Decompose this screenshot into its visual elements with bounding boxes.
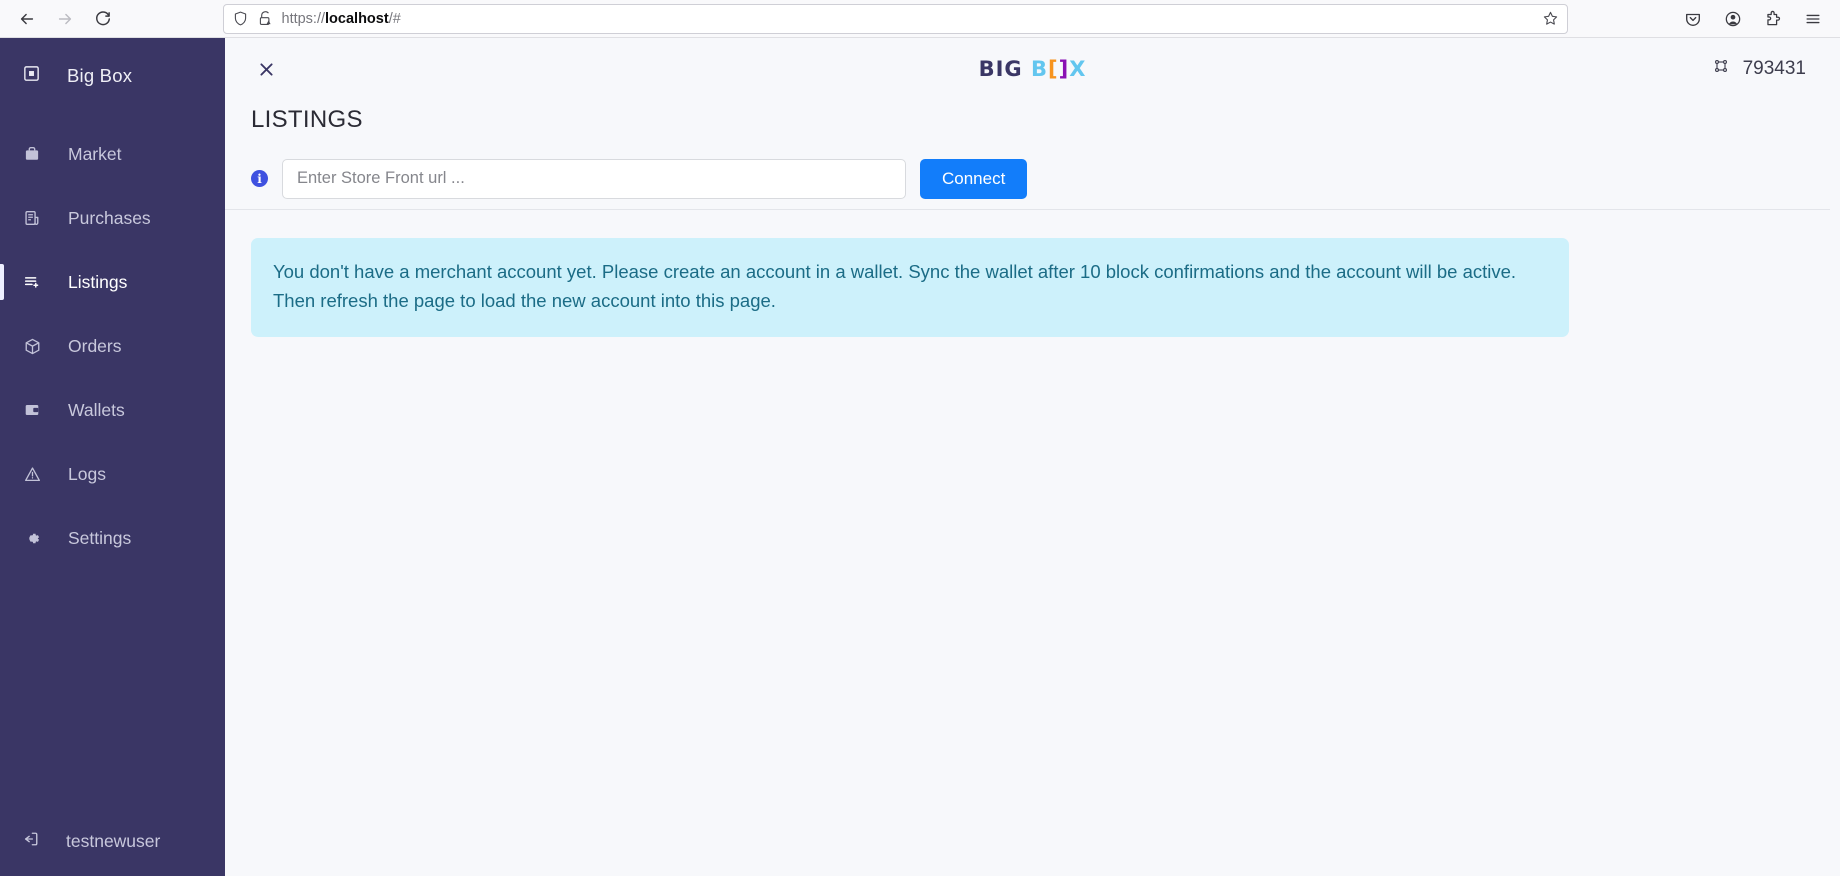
browser-forward-button[interactable] <box>48 4 82 34</box>
sidebar-item-label: Wallets <box>68 399 125 420</box>
package-icon <box>22 337 42 356</box>
list-add-icon <box>22 273 42 291</box>
sidebar-item-label: Orders <box>68 335 122 356</box>
sidebar-item-logs[interactable]: Logs <box>0 442 225 506</box>
sidebar-item-orders[interactable]: Orders <box>0 314 225 378</box>
app-root: Big Box Market Purchases Listings Orders… <box>0 38 1840 876</box>
listings-content-area <box>225 337 1840 876</box>
warning-triangle-icon <box>22 465 42 484</box>
receipt-icon <box>22 209 42 227</box>
info-icon[interactable]: i <box>251 170 268 187</box>
page-title: LISTINGS <box>251 106 363 133</box>
logout-icon <box>22 830 40 853</box>
wallet-icon <box>22 401 42 419</box>
gear-icon <box>22 529 42 548</box>
logo-big-text: BIG <box>978 56 1023 81</box>
sidebar-item-settings[interactable]: Settings <box>0 506 225 570</box>
url-scheme: https:// <box>281 10 326 27</box>
app-topbar: BIG B[]X 793431 <box>225 38 1840 100</box>
close-x-icon[interactable] <box>251 54 281 84</box>
store-front-url-input[interactable] <box>282 158 906 199</box>
block-cube-icon <box>1713 58 1729 80</box>
url-text[interactable]: https://localhost/# <box>282 11 1534 27</box>
sidebar-user-label: testnewuser <box>66 830 161 851</box>
hamburger-menu-icon[interactable] <box>1796 4 1830 34</box>
star-icon[interactable] <box>1542 10 1559 27</box>
main-content: BIG B[]X 793431 LISTINGS i Connect You d… <box>225 38 1840 876</box>
bigbox-logo: BIG B[]X <box>973 56 1093 81</box>
connect-button[interactable]: Connect <box>920 158 1028 199</box>
url-path: /# <box>388 10 401 27</box>
block-height-value: 793431 <box>1742 58 1806 79</box>
connect-row: i Connect <box>225 148 1830 210</box>
sidebar-item-label: Settings <box>68 527 132 548</box>
lock-warning-icon[interactable] <box>257 10 274 27</box>
address-bar[interactable]: https://localhost/# <box>222 3 1568 34</box>
browser-toolbar: https://localhost/# <box>0 0 1840 38</box>
sidebar: Big Box Market Purchases Listings Orders… <box>0 38 225 876</box>
sidebar-item-label: Logs <box>68 463 106 484</box>
pocket-icon[interactable] <box>1676 4 1710 34</box>
url-bar-container: https://localhost/# <box>124 3 1666 34</box>
sidebar-item-market[interactable]: Market <box>0 122 225 186</box>
block-height-indicator: 793431 <box>1713 58 1806 80</box>
sidebar-item-purchases[interactable]: Purchases <box>0 186 225 250</box>
app-square-icon <box>22 64 41 88</box>
briefcase-icon <box>22 145 42 163</box>
browser-back-button[interactable] <box>10 4 44 34</box>
sidebar-item-listings[interactable]: Listings <box>0 250 225 314</box>
sidebar-item-wallets[interactable]: Wallets <box>0 378 225 442</box>
logo-left-bracket: [ <box>1047 56 1059 81</box>
browser-reload-button[interactable] <box>86 4 120 34</box>
merchant-account-alert: You don't have a merchant account yet. P… <box>251 238 1569 338</box>
brand-label: Big Box <box>67 65 133 86</box>
sidebar-item-label: Purchases <box>68 207 151 228</box>
extensions-puzzle-icon[interactable] <box>1756 4 1790 34</box>
sidebar-item-label: Listings <box>68 271 128 292</box>
logo-right-bracket: ] <box>1058 56 1070 81</box>
shield-icon[interactable] <box>232 10 249 27</box>
url-host: localhost <box>325 10 389 27</box>
sidebar-user[interactable]: testnewuser <box>0 806 225 876</box>
sidebar-nav: Market Purchases Listings Orders Wallets… <box>0 114 225 570</box>
account-icon[interactable] <box>1716 4 1750 34</box>
browser-toolbar-right <box>1670 4 1830 34</box>
brand[interactable]: Big Box <box>0 38 225 114</box>
sidebar-item-label: Market <box>68 143 122 164</box>
logo-x-text: X <box>1069 56 1087 81</box>
logo-b-text: B <box>1030 56 1048 81</box>
